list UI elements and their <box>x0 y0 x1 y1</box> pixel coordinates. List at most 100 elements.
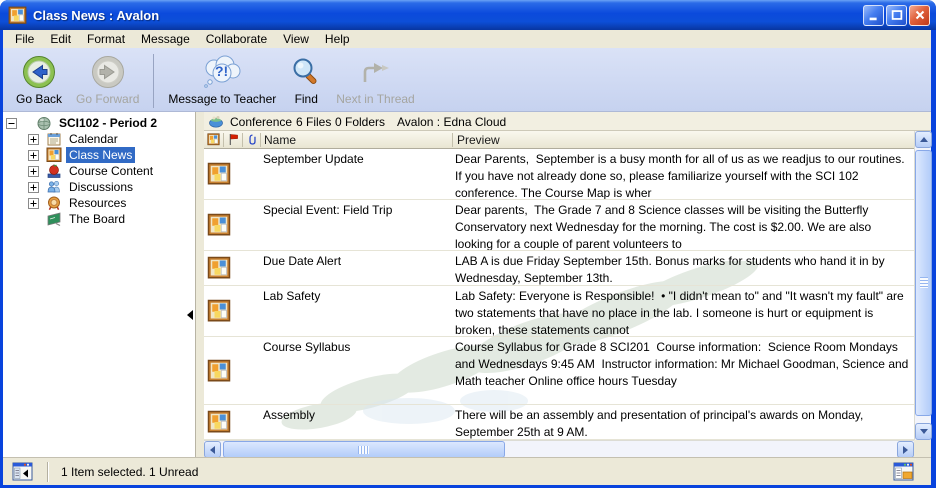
attachment-icon[interactable] <box>247 133 258 146</box>
column-header-preview[interactable]: Preview <box>457 133 500 147</box>
next-thread-icon <box>358 53 392 91</box>
horizontal-scroll-thumb[interactable] <box>223 441 505 458</box>
conference-icon <box>208 113 224 129</box>
menu-view[interactable]: View <box>275 31 317 47</box>
column-divider <box>223 133 224 147</box>
go-back-icon <box>22 53 56 91</box>
conference-location: Avalon : Edna Cloud <box>397 115 506 129</box>
sidebar-item-class-news[interactable]: Class News <box>3 147 195 163</box>
list-item[interactable]: Due Date Alert LAB A is due Friday Septe… <box>204 251 914 286</box>
apple-books-icon <box>46 163 62 179</box>
go-back-label: Go Back <box>16 92 62 106</box>
status-separator <box>47 462 48 482</box>
tree-item-label[interactable]: Resources <box>66 195 129 211</box>
scroll-up-button[interactable] <box>915 131 932 148</box>
tree-item-label[interactable]: Calendar <box>66 131 121 147</box>
find-label: Find <box>295 92 318 106</box>
next-in-thread-label: Next in Thread <box>336 92 415 106</box>
tree-item-label[interactable]: Discussions <box>66 179 136 195</box>
item-preview: Lab Safety: Everyone is Responsible! • "… <box>455 288 911 337</box>
menu-message[interactable]: Message <box>133 31 198 47</box>
bulletin-board-icon <box>207 299 231 323</box>
item-name: Lab Safety <box>263 289 320 303</box>
minimize-button[interactable] <box>863 5 884 26</box>
conference-info-bar: Conference 6 Files 0 Folders Avalon : Ed… <box>204 112 931 131</box>
panel-splitter[interactable] <box>196 112 204 457</box>
app-window: Class News : Avalon File Edit Format Mes… <box>0 0 936 488</box>
sidebar-item-course-content[interactable]: Course Content <box>3 163 195 179</box>
main-area: SCI102 - Period 2 Calendar Class News Co… <box>3 112 931 457</box>
sidebar-item-calendar[interactable]: Calendar <box>3 131 195 147</box>
menu-format[interactable]: Format <box>79 31 133 47</box>
find-button[interactable]: Find <box>283 52 329 106</box>
item-preview: Dear Parents, September is a busy month … <box>455 151 911 200</box>
layout-panel-icon[interactable] <box>893 462 914 481</box>
people-icon <box>46 179 62 195</box>
message-to-teacher-button[interactable]: Message to Teacher <box>161 52 283 106</box>
list-item[interactable]: Assembly There will be an assembly and p… <box>204 405 914 440</box>
globe-icon <box>36 115 52 131</box>
go-back-button[interactable]: Go Back <box>9 52 69 106</box>
message-bubble-icon <box>200 53 244 91</box>
menu-help[interactable]: Help <box>317 31 358 47</box>
expand-toggle-icon[interactable] <box>28 198 39 209</box>
bulletin-board-icon <box>207 256 231 280</box>
tree-root-label[interactable]: SCI102 - Period 2 <box>56 115 160 131</box>
tree-item-label[interactable]: The Board <box>66 211 128 227</box>
folders-count: 0 Folders <box>335 115 385 129</box>
expand-toggle-icon[interactable] <box>28 134 39 145</box>
scroll-down-button[interactable] <box>915 423 932 440</box>
scroll-left-button[interactable] <box>204 441 221 458</box>
calendar-icon <box>46 131 62 147</box>
go-forward-icon <box>91 53 125 91</box>
item-preview: Course Syllabus for Grade 8 SCI201 Cours… <box>455 339 911 390</box>
sidebar-item-discussions[interactable]: Discussions <box>3 179 195 195</box>
sidebar-item-resources[interactable]: Resources <box>3 195 195 211</box>
list-item[interactable]: September Update Dear Parents, September… <box>204 149 914 200</box>
sidebar-item-sci102[interactable]: SCI102 - Period 2 <box>3 115 195 131</box>
maximize-button[interactable] <box>886 5 907 26</box>
expand-toggle-icon[interactable] <box>28 182 39 193</box>
vertical-scroll-thumb[interactable] <box>915 150 932 416</box>
sidebar-tree: SCI102 - Period 2 Calendar Class News Co… <box>3 112 196 457</box>
expand-toggle-icon[interactable] <box>28 150 39 161</box>
menu-file[interactable]: File <box>7 31 42 47</box>
item-type-icon[interactable] <box>207 133 220 146</box>
scroll-grip-icon <box>358 446 369 454</box>
chevron-down-icon <box>920 429 928 434</box>
horizontal-scrollbar[interactable] <box>204 440 914 457</box>
badge-icon <box>46 195 62 211</box>
vertical-scrollbar[interactable] <box>914 131 931 440</box>
window-title: Class News : Avalon <box>33 8 863 23</box>
expand-toggle-icon[interactable] <box>28 166 39 177</box>
toolbar: Go Back Go Forward Message to Teacher Fi… <box>3 48 931 112</box>
tree-item-label[interactable]: Course Content <box>66 163 156 179</box>
status-text: 1 Item selected. 1 Unread <box>61 465 198 479</box>
column-divider[interactable] <box>452 133 453 147</box>
item-name: Course Syllabus <box>263 340 350 354</box>
collapse-toggle-icon[interactable] <box>6 118 17 129</box>
files-count: 6 Files <box>296 115 331 129</box>
flag-icon[interactable] <box>228 133 239 146</box>
list-item[interactable]: Special Event: Field Trip Dear parents, … <box>204 200 914 251</box>
status-bar: 1 Item selected. 1 Unread <box>3 457 931 485</box>
sidebar-item-the-board[interactable]: The Board <box>3 211 195 227</box>
menu-collaborate[interactable]: Collaborate <box>198 31 275 47</box>
toggle-sidebar-icon[interactable] <box>12 462 33 481</box>
column-header-name[interactable]: Name <box>264 133 296 147</box>
list-item[interactable]: Lab Safety Lab Safety: Everyone is Respo… <box>204 286 914 337</box>
sidebar-collapse-arrow[interactable] <box>187 310 193 320</box>
next-in-thread-button[interactable]: Next in Thread <box>329 52 422 106</box>
list-item[interactable]: Course Syllabus Course Syllabus for Grad… <box>204 337 914 405</box>
menu-edit[interactable]: Edit <box>42 31 79 47</box>
scroll-right-button[interactable] <box>897 441 914 458</box>
close-icon <box>913 8 927 22</box>
conference-label: Conference <box>230 115 292 129</box>
close-button[interactable] <box>909 5 930 26</box>
tree-item-label[interactable]: Class News <box>66 147 135 163</box>
item-name: Special Event: Field Trip <box>263 203 392 217</box>
title-bar[interactable]: Class News : Avalon <box>0 0 936 30</box>
item-preview: Dear parents, The Grade 7 and 8 Science … <box>455 202 911 251</box>
column-divider <box>260 133 261 147</box>
go-forward-button[interactable]: Go Forward <box>69 52 146 106</box>
